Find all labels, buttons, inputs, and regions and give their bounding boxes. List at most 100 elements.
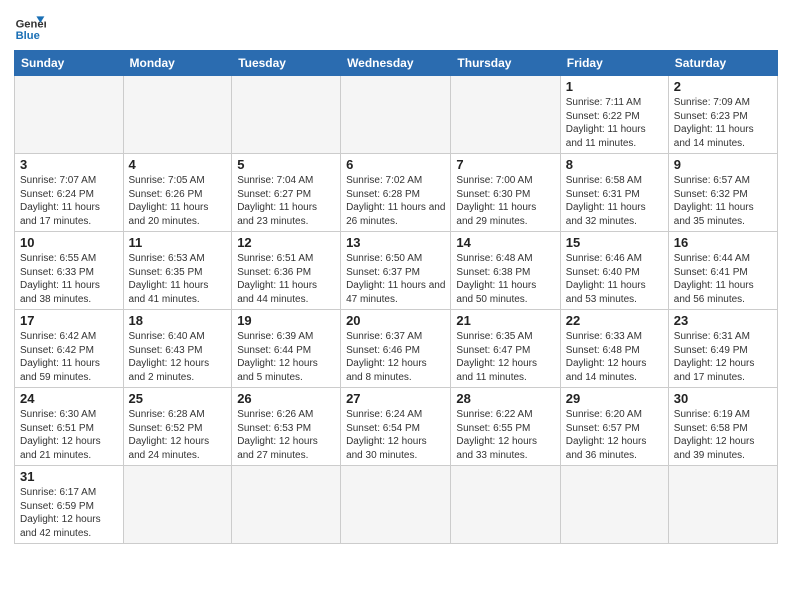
calendar-cell: 2 Sunrise: 7:09 AM Sunset: 6:23 PM Daylig… [668,76,777,154]
week-row-1: 3 Sunrise: 7:07 AM Sunset: 6:24 PM Daylig… [15,154,778,232]
calendar-cell: 10 Sunrise: 6:55 AM Sunset: 6:33 PM Dayli… [15,232,124,310]
day-info: Sunrise: 6:31 AM Sunset: 6:49 PM Dayligh… [674,330,772,384]
calendar-cell: 26Sunrise: 6:26 AM Sunset: 6:53 PM Dayli… [232,388,341,466]
day-info: Sunrise: 6:19 AM Sunset: 6:58 PM Dayligh… [674,408,772,462]
col-header-tuesday: Tuesday [232,51,341,76]
day-number: 19 [237,313,335,328]
calendar-cell: 20Sunrise: 6:37 AM Sunset: 6:46 PM Dayli… [341,310,451,388]
calendar-cell: 12 Sunrise: 6:51 AM Sunset: 6:36 PM Dayli… [232,232,341,310]
day-info: Sunrise: 6:39 AM Sunset: 6:44 PM Dayligh… [237,330,335,384]
calendar-cell: 22 Sunrise: 6:33 AM Sunset: 6:48 PM Dayli… [560,310,668,388]
day-number: 15 [566,235,663,250]
day-info: Sunrise: 6:20 AM Sunset: 6:57 PM Dayligh… [566,408,663,462]
day-number: 22 [566,313,663,328]
week-row-5: 31Sunrise: 6:17 AM Sunset: 6:59 PM Dayli… [15,466,778,544]
day-info: Sunrise: 6:58 AM Sunset: 6:31 PM Dayligh… [566,174,663,228]
day-info: Sunrise: 6:33 AM Sunset: 6:48 PM Dayligh… [566,330,663,384]
day-info: Sunrise: 6:46 AM Sunset: 6:40 PM Dayligh… [566,252,663,306]
day-number: 5 [237,157,335,172]
day-info: Sunrise: 7:00 AM Sunset: 6:30 PM Dayligh… [456,174,554,228]
calendar-cell: 9Sunrise: 6:57 AM Sunset: 6:32 PM Daylig… [668,154,777,232]
day-info: Sunrise: 6:26 AM Sunset: 6:53 PM Dayligh… [237,408,335,462]
calendar-cell: 14 Sunrise: 6:48 AM Sunset: 6:38 PM Dayli… [451,232,560,310]
calendar-cell: 8Sunrise: 6:58 AM Sunset: 6:31 PM Daylig… [560,154,668,232]
day-info: Sunrise: 6:30 AM Sunset: 6:51 PM Dayligh… [20,408,118,462]
calendar-cell: 15 Sunrise: 6:46 AM Sunset: 6:40 PM Dayli… [560,232,668,310]
calendar-cell [668,466,777,544]
col-header-wednesday: Wednesday [341,51,451,76]
calendar-cell: 25 Sunrise: 6:28 AM Sunset: 6:52 PM Dayli… [123,388,232,466]
day-info: Sunrise: 6:51 AM Sunset: 6:36 PM Dayligh… [237,252,335,306]
day-number: 9 [674,157,772,172]
day-info: Sunrise: 7:02 AM Sunset: 6:28 PM Dayligh… [346,174,445,228]
day-info: Sunrise: 6:28 AM Sunset: 6:52 PM Dayligh… [129,408,227,462]
calendar-cell: 27 Sunrise: 6:24 AM Sunset: 6:54 PM Dayli… [341,388,451,466]
calendar-cell [451,76,560,154]
day-number: 21 [456,313,554,328]
day-info: Sunrise: 6:17 AM Sunset: 6:59 PM Dayligh… [20,486,118,540]
calendar-cell: 7 Sunrise: 7:00 AM Sunset: 6:30 PM Daylig… [451,154,560,232]
week-row-2: 10 Sunrise: 6:55 AM Sunset: 6:33 PM Dayli… [15,232,778,310]
day-info: Sunrise: 7:11 AM Sunset: 6:22 PM Dayligh… [566,96,663,150]
calendar-cell [451,466,560,544]
day-info: Sunrise: 6:24 AM Sunset: 6:54 PM Dayligh… [346,408,445,462]
day-number: 30 [674,391,772,406]
day-info: Sunrise: 7:05 AM Sunset: 6:26 PM Dayligh… [129,174,227,228]
calendar-cell: 19 Sunrise: 6:39 AM Sunset: 6:44 PM Dayli… [232,310,341,388]
calendar-cell: 13 Sunrise: 6:50 AM Sunset: 6:37 PM Dayli… [341,232,451,310]
calendar-cell: 30 Sunrise: 6:19 AM Sunset: 6:58 PM Dayli… [668,388,777,466]
calendar-cell: 23 Sunrise: 6:31 AM Sunset: 6:49 PM Dayli… [668,310,777,388]
day-info: Sunrise: 6:55 AM Sunset: 6:33 PM Dayligh… [20,252,118,306]
week-row-0: 1Sunrise: 7:11 AM Sunset: 6:22 PM Daylig… [15,76,778,154]
calendar-cell: 17Sunrise: 6:42 AM Sunset: 6:42 PM Dayli… [15,310,124,388]
col-header-monday: Monday [123,51,232,76]
day-number: 23 [674,313,772,328]
day-number: 10 [20,235,118,250]
day-info: Sunrise: 6:50 AM Sunset: 6:37 PM Dayligh… [346,252,445,306]
day-number: 14 [456,235,554,250]
day-number: 18 [129,313,227,328]
col-header-sunday: Sunday [15,51,124,76]
calendar-cell [232,76,341,154]
calendar-cell [560,466,668,544]
week-row-4: 24Sunrise: 6:30 AM Sunset: 6:51 PM Dayli… [15,388,778,466]
header: General Blue [14,10,778,42]
day-info: Sunrise: 7:09 AM Sunset: 6:23 PM Dayligh… [674,96,772,150]
calendar-table: SundayMondayTuesdayWednesdayThursdayFrid… [14,50,778,544]
calendar-cell [15,76,124,154]
day-info: Sunrise: 7:07 AM Sunset: 6:24 PM Dayligh… [20,174,118,228]
page: General Blue SundayMondayTuesdayWednesda… [0,0,792,612]
col-header-thursday: Thursday [451,51,560,76]
day-info: Sunrise: 6:42 AM Sunset: 6:42 PM Dayligh… [20,330,118,384]
calendar-cell: 4 Sunrise: 7:05 AM Sunset: 6:26 PM Daylig… [123,154,232,232]
day-info: Sunrise: 6:22 AM Sunset: 6:55 PM Dayligh… [456,408,554,462]
day-number: 4 [129,157,227,172]
calendar-cell: 3 Sunrise: 7:07 AM Sunset: 6:24 PM Daylig… [15,154,124,232]
day-number: 3 [20,157,118,172]
day-info: Sunrise: 6:35 AM Sunset: 6:47 PM Dayligh… [456,330,554,384]
day-info: Sunrise: 6:40 AM Sunset: 6:43 PM Dayligh… [129,330,227,384]
calendar-cell: 21 Sunrise: 6:35 AM Sunset: 6:47 PM Dayli… [451,310,560,388]
day-number: 2 [674,79,772,94]
col-header-friday: Friday [560,51,668,76]
calendar-cell: 29 Sunrise: 6:20 AM Sunset: 6:57 PM Dayli… [560,388,668,466]
calendar-cell: 28Sunrise: 6:22 AM Sunset: 6:55 PM Dayli… [451,388,560,466]
day-number: 7 [456,157,554,172]
day-number: 11 [129,235,227,250]
calendar-cell: 16Sunrise: 6:44 AM Sunset: 6:41 PM Dayli… [668,232,777,310]
calendar-cell: 31Sunrise: 6:17 AM Sunset: 6:59 PM Dayli… [15,466,124,544]
logo: General Blue [14,10,46,42]
calendar-cell [123,466,232,544]
day-number: 13 [346,235,445,250]
calendar-cell: 11 Sunrise: 6:53 AM Sunset: 6:35 PM Dayli… [123,232,232,310]
day-info: Sunrise: 6:44 AM Sunset: 6:41 PM Dayligh… [674,252,772,306]
day-info: Sunrise: 6:37 AM Sunset: 6:46 PM Dayligh… [346,330,445,384]
day-number: 12 [237,235,335,250]
svg-text:Blue: Blue [16,30,40,42]
day-number: 27 [346,391,445,406]
day-number: 25 [129,391,227,406]
day-info: Sunrise: 6:48 AM Sunset: 6:38 PM Dayligh… [456,252,554,306]
calendar-header-row: SundayMondayTuesdayWednesdayThursdayFrid… [15,51,778,76]
day-info: Sunrise: 6:53 AM Sunset: 6:35 PM Dayligh… [129,252,227,306]
day-number: 29 [566,391,663,406]
